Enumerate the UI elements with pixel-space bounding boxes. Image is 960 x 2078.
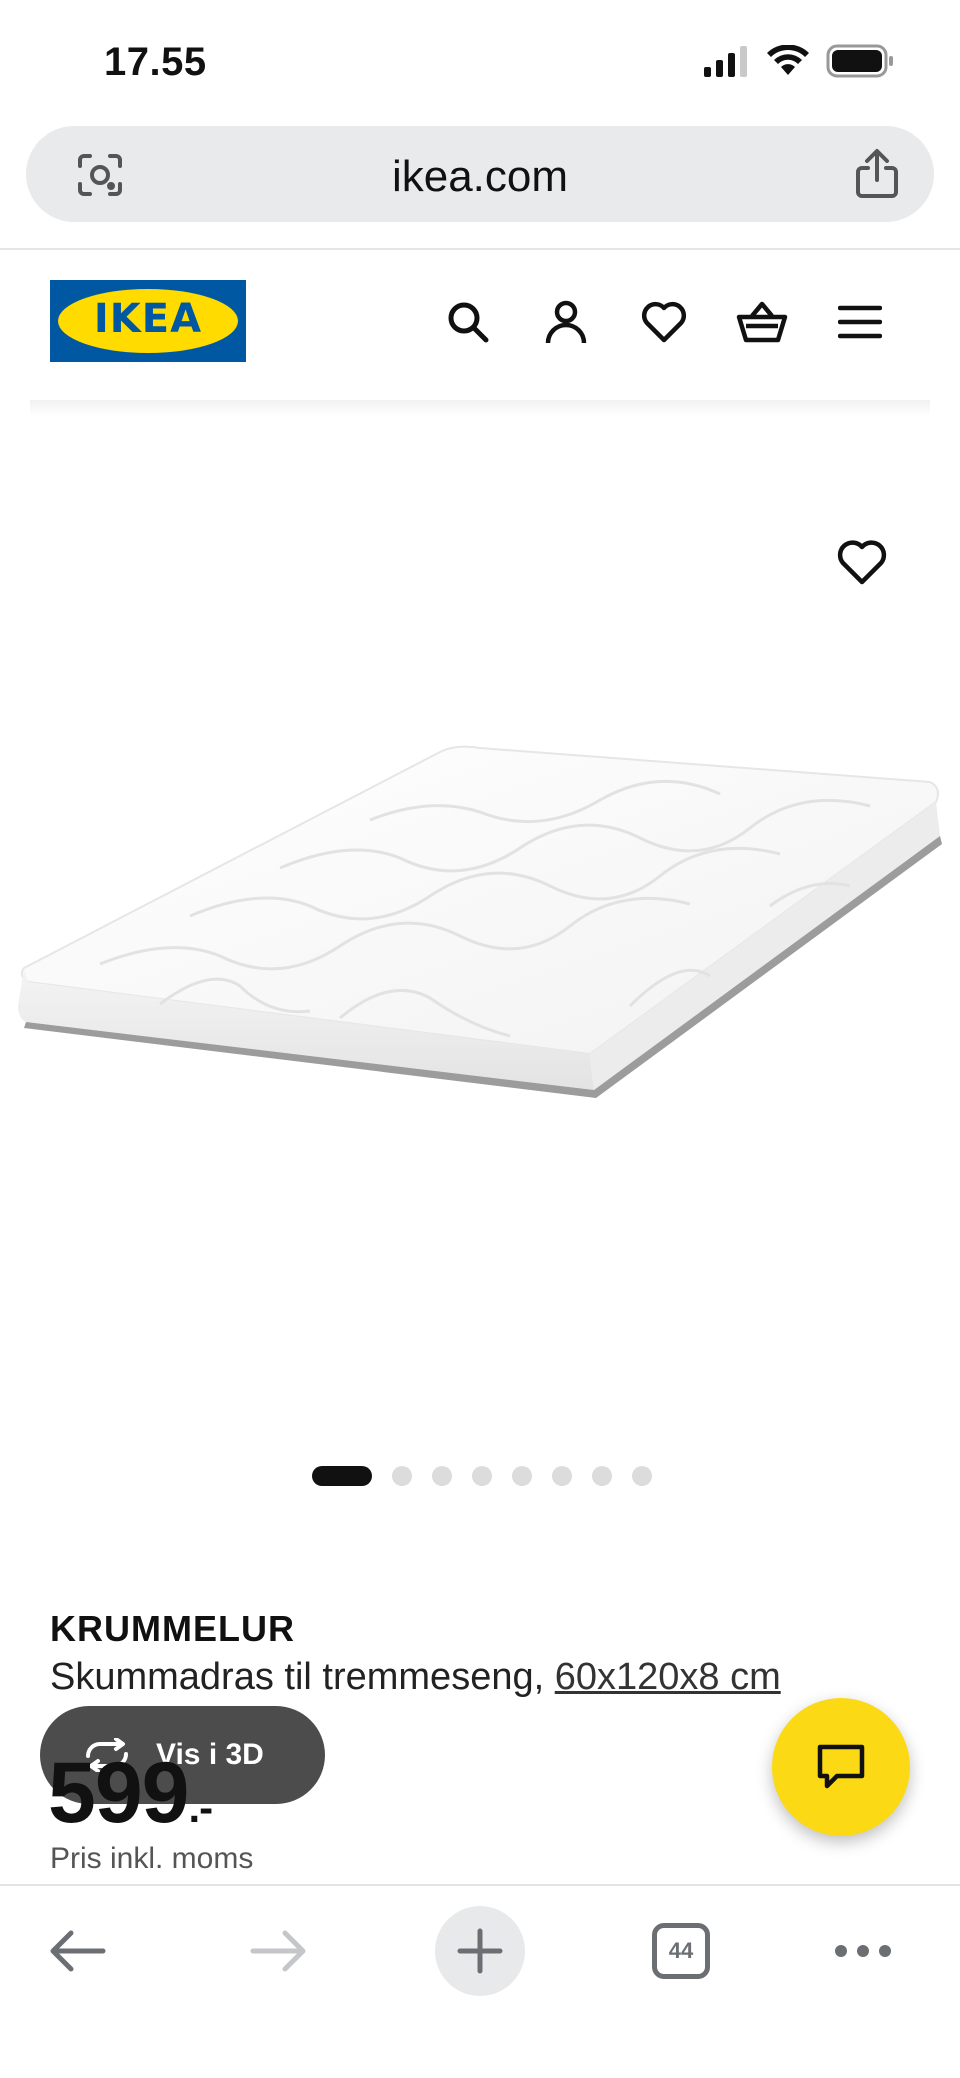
status-time: 17.55 <box>104 40 207 84</box>
back-button[interactable] <box>32 1906 122 1996</box>
share-icon[interactable] <box>854 148 900 205</box>
product-image-mattress <box>18 745 942 1098</box>
search-icon[interactable] <box>440 294 496 350</box>
header-shadow <box>30 400 930 416</box>
arrow-left-icon <box>50 1930 106 1972</box>
product-description-text: Skummadras til tremmeseng, <box>50 1656 545 1698</box>
tab-count: 44 <box>652 1923 710 1979</box>
logo-text: IKEA <box>93 296 203 342</box>
gallery-dot-6[interactable] <box>552 1466 572 1486</box>
chat-icon <box>817 1744 865 1789</box>
product-description: Skummadras til tremmeseng, 60x120x8 cm <box>50 1656 781 1699</box>
status-bar: 17.55 <box>0 0 960 120</box>
new-tab-button[interactable] <box>435 1906 525 1996</box>
gallery-dot-8[interactable] <box>632 1466 652 1486</box>
forward-button[interactable] <box>234 1906 324 1996</box>
plus-icon <box>457 1928 503 1974</box>
more-dots-icon <box>835 1945 891 1957</box>
tabs-button[interactable]: 44 <box>636 1906 726 1996</box>
menu-icon[interactable] <box>832 294 888 350</box>
price-suffix: .- <box>188 1784 214 1831</box>
gallery-dot-3[interactable] <box>432 1466 452 1486</box>
status-icons <box>702 44 896 78</box>
chat-button[interactable] <box>772 1698 910 1836</box>
wifi-icon <box>767 45 809 75</box>
product-size-link[interactable]: 60x120x8 cm <box>555 1656 781 1698</box>
account-icon[interactable] <box>538 294 594 350</box>
price-note: Pris inkl. moms <box>50 1842 254 1875</box>
gallery-dot-1[interactable] <box>312 1466 372 1486</box>
product-price: 599.- <box>48 1744 214 1843</box>
battery-icon <box>826 44 893 78</box>
gallery-dot-7[interactable] <box>592 1466 612 1486</box>
shopping-basket-icon[interactable] <box>734 294 790 350</box>
gallery-pagination[interactable] <box>312 1466 652 1486</box>
browser-toolbar: 44 <box>0 1884 960 2078</box>
url-text[interactable]: ikea.com <box>26 152 934 202</box>
gallery-dot-2[interactable] <box>392 1466 412 1486</box>
gallery-dot-4[interactable] <box>472 1466 492 1486</box>
product-gallery[interactable]: Vis i 3D <box>0 416 960 1804</box>
address-bar[interactable]: ikea.com <box>26 126 934 222</box>
ikea-logo[interactable]: IKEA <box>50 280 246 362</box>
cellular-signal-icon <box>704 46 747 77</box>
gallery-dot-5[interactable] <box>512 1466 532 1486</box>
more-options-button[interactable] <box>818 1906 908 1996</box>
site-header: IKEA <box>0 250 960 410</box>
add-to-favourites-icon[interactable] <box>836 538 888 590</box>
price-main: 599 <box>48 1745 189 1841</box>
product-name: KRUMMELUR <box>50 1608 295 1649</box>
favourites-icon[interactable] <box>636 294 692 350</box>
arrow-right-icon <box>250 1930 306 1972</box>
